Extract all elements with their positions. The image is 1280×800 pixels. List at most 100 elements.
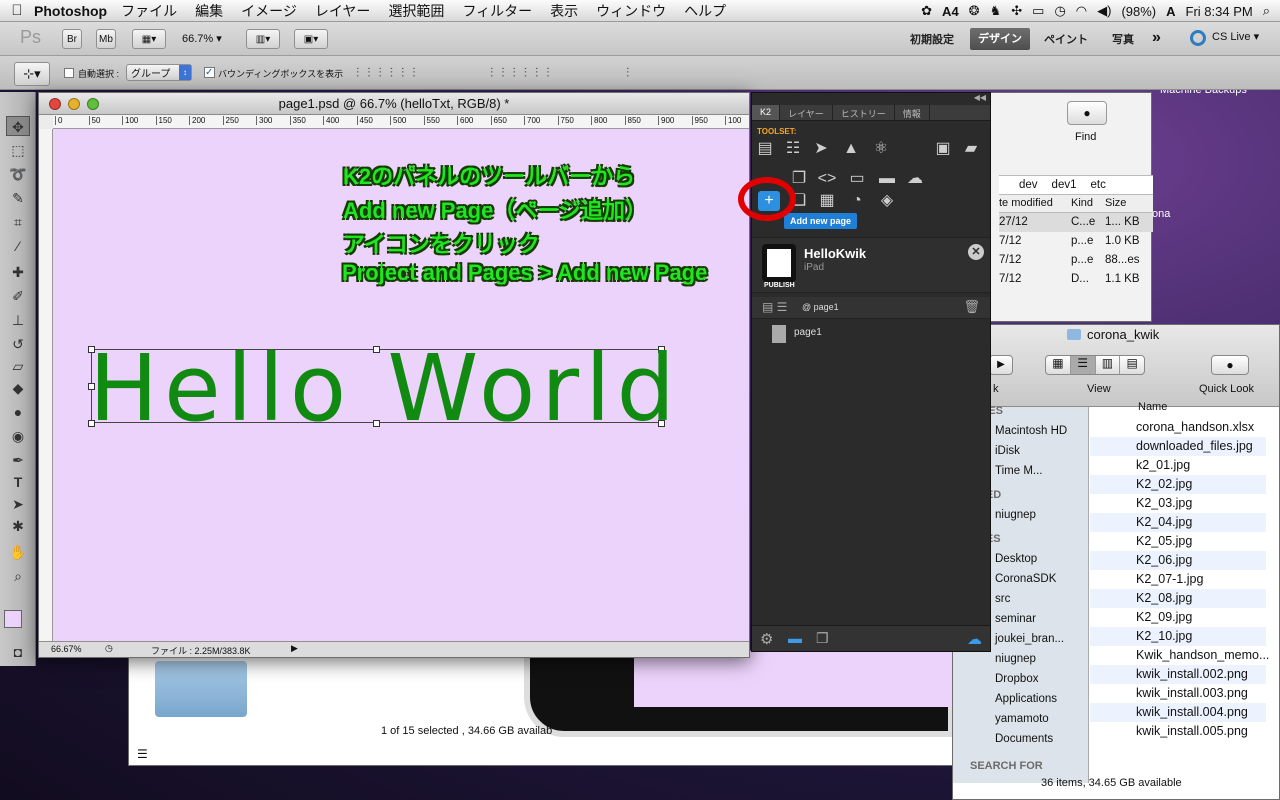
status-zoom[interactable]: 66.67% <box>51 644 82 654</box>
type-tool-icon[interactable]: T <box>6 472 30 492</box>
path-item[interactable]: dev <box>1019 179 1038 191</box>
bounding-box-checkbox[interactable]: ✓ <box>204 67 215 78</box>
sidebar-item[interactable]: niugnep <box>995 653 1036 665</box>
cloud-icon[interactable]: ☁ <box>967 630 982 648</box>
col-size[interactable]: Size <box>1105 197 1126 209</box>
page-list-item[interactable]: page1 <box>772 325 972 345</box>
minimize-button[interactable] <box>68 98 80 110</box>
input-source-icon[interactable]: A <box>1166 4 1175 19</box>
table-row[interactable]: 7/12 D... 1.1 KB <box>999 270 1153 289</box>
list-item[interactable]: kwik_install.005.png <box>1090 722 1266 741</box>
crop-tool-icon[interactable]: ⌗ <box>6 212 30 232</box>
code-icon[interactable]: <> <box>816 169 838 189</box>
stamp-tool-icon[interactable]: ⊥ <box>6 310 30 330</box>
quick-look-button[interactable]: ● <box>1211 355 1249 375</box>
evernote-icon[interactable]: ♞ <box>990 3 1002 19</box>
mini-bridge-button[interactable]: Mb <box>96 29 116 49</box>
workspace-design[interactable]: デザイン <box>970 28 1030 50</box>
icon-view-icon[interactable]: ▦ <box>1046 356 1071 374</box>
zoom-button[interactable] <box>87 98 99 110</box>
list-item[interactable]: K2_07-1.jpg <box>1090 570 1266 589</box>
battery-status[interactable]: (98%) <box>1121 4 1156 19</box>
eyedropper-tool-icon[interactable]: ⁄ <box>6 236 30 256</box>
col-date[interactable]: te modified <box>999 197 1053 209</box>
blur-tool-icon[interactable]: ● <box>6 402 30 422</box>
menu-select[interactable]: 選択範囲 <box>388 1 444 21</box>
shape-tool-icon[interactable]: ✱ <box>6 516 30 536</box>
find-button[interactable]: ● <box>1067 101 1107 125</box>
list-item[interactable]: K2_02.jpg <box>1090 475 1266 494</box>
sidebar-item[interactable]: seminar <box>995 613 1036 625</box>
list-view-icon[interactable]: ☰ <box>1070 356 1096 374</box>
marquee-tool-icon[interactable]: ⬚ <box>6 140 30 160</box>
healing-brush-icon[interactable]: ✚ <box>6 262 30 282</box>
workspace-essentials[interactable]: 初期設定 <box>910 31 954 47</box>
menu-window[interactable]: ウィンドウ <box>596 1 666 21</box>
display-icon[interactable]: ▭ <box>1032 3 1044 19</box>
app-menu[interactable]: Photoshop <box>34 3 107 19</box>
close-project-icon[interactable]: ✕ <box>968 244 984 260</box>
eraser-tool-icon[interactable]: ▱ <box>6 356 30 376</box>
time-machine-icon[interactable]: ◷ <box>1054 3 1065 19</box>
menu-image[interactable]: イメージ <box>241 1 297 21</box>
publish-label[interactable]: PUBLISH <box>764 282 795 289</box>
speech-icon[interactable]: ☁ <box>904 169 926 189</box>
menu-edit[interactable]: 編集 <box>195 1 223 21</box>
trash-icon[interactable]: 🗑 <box>963 299 980 315</box>
sidebar-item[interactable]: src <box>995 593 1010 605</box>
arrange-documents-button[interactable]: ▥▾ <box>246 29 280 49</box>
hello-world-text[interactable]: Hello World <box>89 335 681 442</box>
workspace-photo[interactable]: 写真 <box>1112 31 1134 47</box>
list-item[interactable]: K2_09.jpg <box>1090 608 1266 627</box>
paint-bucket-icon[interactable]: ◆ <box>6 378 30 398</box>
view-segment[interactable]: ▦ ☰ ▥ ▤ <box>1045 355 1145 375</box>
toolbox-icon[interactable]: ▬ <box>788 630 802 646</box>
tab-layers[interactable]: レイヤー <box>780 105 833 120</box>
adobe-icon[interactable]: A4 <box>942 4 959 19</box>
menubar-clock[interactable]: Fri 8:34 PM <box>1186 4 1253 19</box>
project-icon[interactable]: ▤ <box>754 139 776 159</box>
sidebar-item[interactable]: Desktop <box>995 553 1037 565</box>
hand-tool-icon[interactable]: ✋ <box>6 542 30 562</box>
list-item[interactable]: kwik_install.003.png <box>1090 684 1266 703</box>
menu-filter[interactable]: フィルター <box>462 1 532 21</box>
list-item[interactable]: K2_10.jpg <box>1090 627 1266 646</box>
zoom-level[interactable]: 66.7% ▾ <box>182 32 222 45</box>
move-icon[interactable]: ✣ <box>1011 3 1022 19</box>
news-icon[interactable]: ▦ <box>816 191 838 211</box>
workspace-paint[interactable]: ペイント <box>1044 31 1088 47</box>
menu-view[interactable]: 表示 <box>550 1 578 21</box>
menu-help[interactable]: ヘルプ <box>684 1 726 21</box>
sidebar-item[interactable]: niugnep <box>995 509 1036 521</box>
list-view-icon[interactable]: ☰ <box>137 747 148 761</box>
list-item[interactable]: K2_04.jpg <box>1090 513 1266 532</box>
sidebar-item[interactable]: Applications <box>995 693 1057 705</box>
pen-tool-icon[interactable]: ✒ <box>6 450 30 470</box>
column-view-icon[interactable]: ▥ <box>1096 356 1121 374</box>
sidebar-item[interactable]: Documents <box>995 733 1053 745</box>
folder-icon[interactable]: ▰ <box>960 139 982 159</box>
table-row[interactable]: 27/12 C...e 1... KB <box>999 213 1153 232</box>
cs-live-icon[interactable] <box>1190 30 1206 46</box>
list-item[interactable]: kwik_install.004.png <box>1090 703 1266 722</box>
apple-menu-icon[interactable]:  <box>0 2 34 19</box>
zoom-tool-icon[interactable]: ⌕ <box>6 566 30 586</box>
sidebar-item[interactable]: iDisk <box>995 445 1020 457</box>
wifi-icon[interactable]: ◠ <box>1076 3 1087 19</box>
list-item[interactable]: K2_05.jpg <box>1090 532 1266 551</box>
list-item[interactable]: kwik_install.002.png <box>1090 665 1266 684</box>
list-item[interactable]: K2_03.jpg <box>1090 494 1266 513</box>
list-item[interactable]: corona_handson.xlsx <box>1090 418 1266 437</box>
tab-k2[interactable]: K2 <box>752 105 781 120</box>
tab-history[interactable]: ヒストリー <box>833 105 895 120</box>
terminal-icon[interactable]: ▭ <box>846 169 868 189</box>
auto-select-checkbox[interactable] <box>64 68 74 78</box>
brush-tool-icon[interactable]: ✐ <box>6 286 30 306</box>
path-item[interactable]: dev1 <box>1052 179 1077 191</box>
rocket-icon[interactable]: ▲ <box>840 139 862 159</box>
duplicate-icon[interactable]: ❐ <box>816 630 829 647</box>
settings-icon[interactable]: ⚙ <box>760 630 773 648</box>
table-row[interactable]: 7/12 p...e 1.0 KB <box>999 232 1153 251</box>
volume-icon[interactable]: ◀) <box>1097 3 1111 19</box>
pages-list-icon[interactable]: ☷ <box>782 139 804 159</box>
